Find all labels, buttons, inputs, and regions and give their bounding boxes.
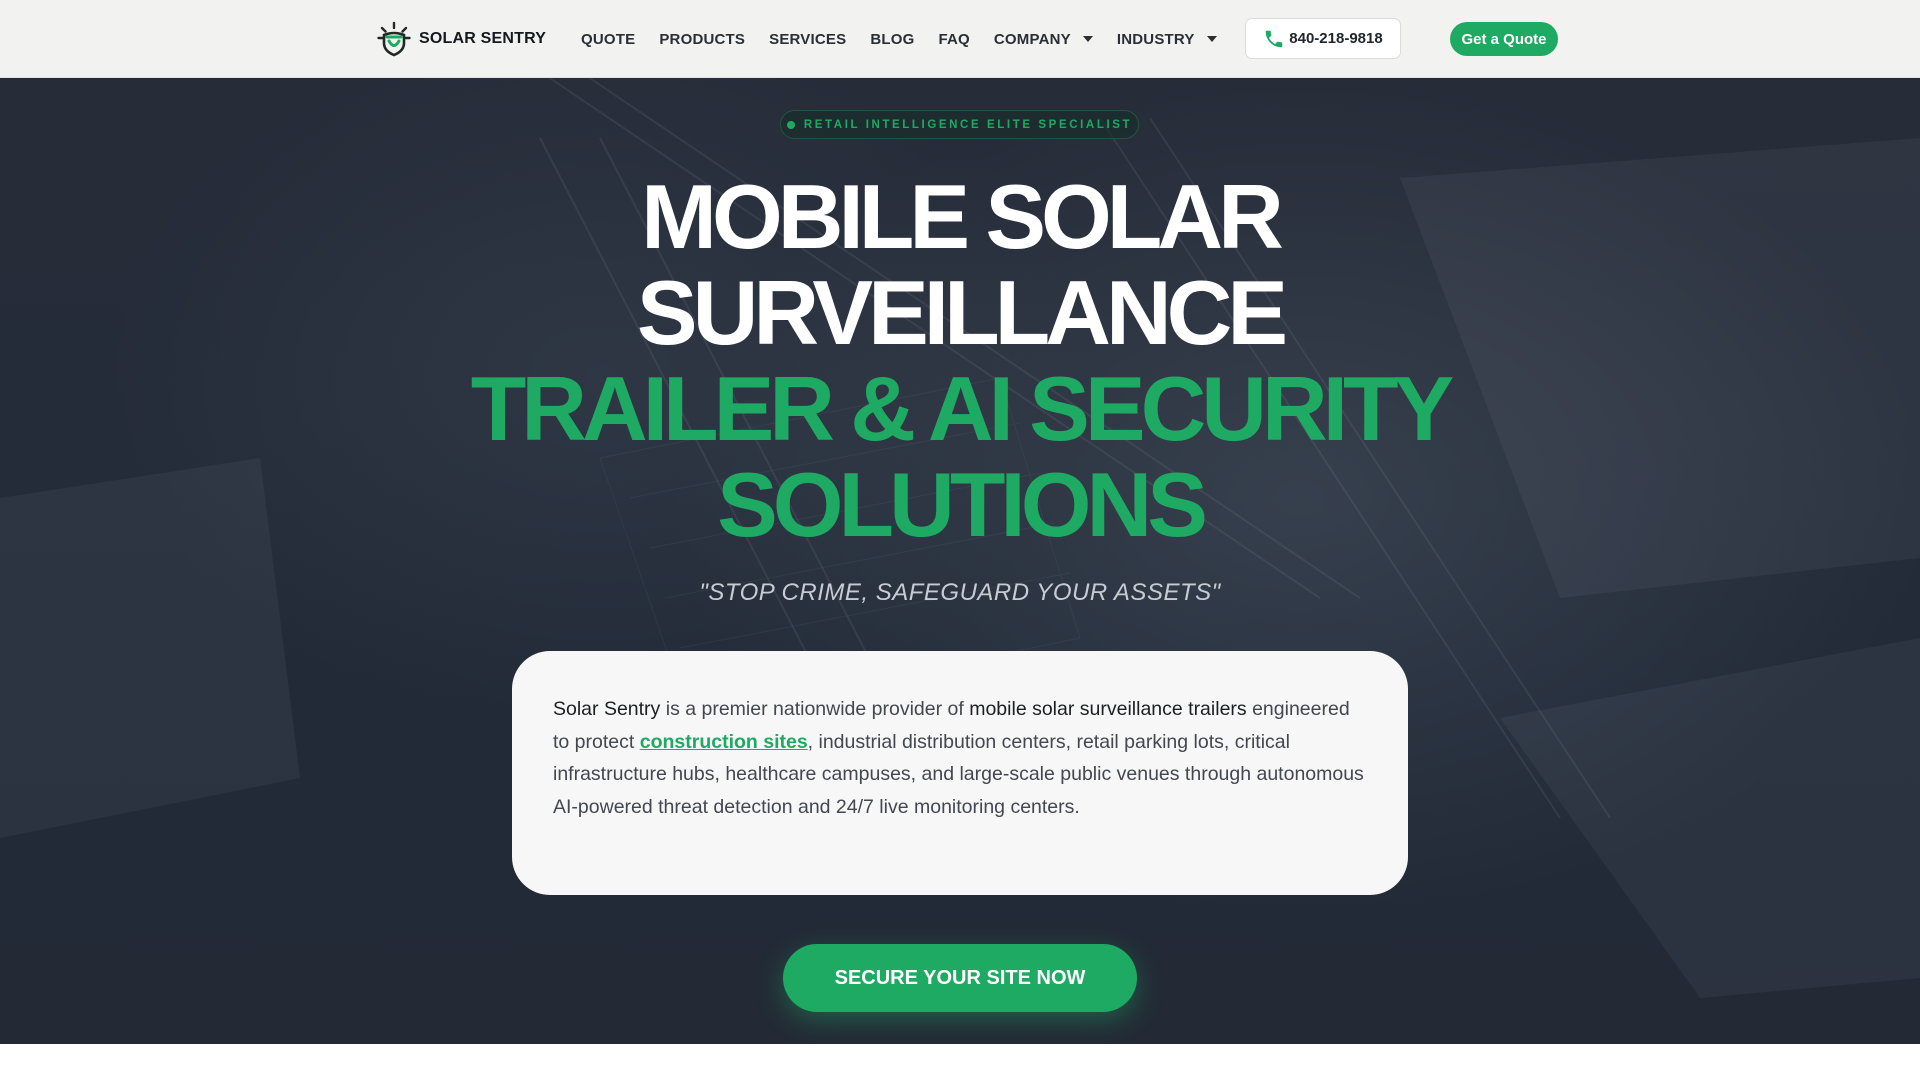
phone-number: 840-218-9818 bbox=[1289, 30, 1383, 47]
solar-shield-logo-icon bbox=[377, 21, 411, 57]
headline-line: SURVEILLANCE bbox=[636, 263, 1288, 364]
phone-call-link[interactable]: 840-218-9818 bbox=[1245, 18, 1401, 59]
headline-line-accent: SOLUTIONS bbox=[717, 455, 1208, 556]
intro-paragraph: Solar Sentry is a premier nationwide pro… bbox=[553, 693, 1367, 823]
nav-link-products[interactable]: PRODUCTS bbox=[659, 31, 745, 48]
phone-icon bbox=[1266, 30, 1283, 47]
top-navbar: SOLAR SENTRY QUOTE PRODUCTS SERVICES BLO… bbox=[0, 0, 1920, 78]
intro-card: Solar Sentry is a premier nationwide pro… bbox=[512, 651, 1408, 895]
nav-label: QUOTE bbox=[581, 30, 636, 48]
intro-highlight: mobile solar surveillance trailers bbox=[969, 698, 1247, 720]
headline-line: MOBILE SOLAR bbox=[641, 167, 1284, 268]
hero-section: RETAIL INTELLIGENCE ELITE SPECIALIST MOB… bbox=[0, 78, 1920, 1044]
hero-tagline: "STOP CRIME, SAFEGUARD YOUR ASSETS" bbox=[699, 579, 1221, 606]
brand-name: SOLAR SENTRY bbox=[419, 30, 547, 47]
nav-link-quote[interactable]: QUOTE bbox=[581, 31, 635, 48]
brand-home-link[interactable]: SOLAR SENTRY bbox=[377, 21, 546, 57]
nav-link-blog[interactable]: BLOG bbox=[870, 31, 914, 48]
nav-label: SERVICES bbox=[769, 30, 847, 48]
nav-dropdown-industry[interactable]: INDUSTRY bbox=[1117, 31, 1217, 48]
chevron-down-icon bbox=[1082, 36, 1093, 42]
headline-line-accent: TRAILER & AI SECURITY bbox=[470, 359, 1455, 460]
main-nav: QUOTE PRODUCTS SERVICES BLOG FAQ COMPANY… bbox=[581, 0, 1241, 78]
nav-dropdown-company[interactable]: COMPANY bbox=[994, 31, 1093, 48]
construction-sites-link[interactable]: construction sites bbox=[640, 731, 808, 753]
badge-label: RETAIL INTELLIGENCE ELITE SPECIALIST bbox=[803, 118, 1133, 131]
get-a-quote-button[interactable]: Get a Quote bbox=[1450, 22, 1558, 56]
status-dot-icon bbox=[786, 120, 795, 129]
nav-label: FAQ bbox=[938, 30, 970, 48]
nav-label: PRODUCTS bbox=[659, 30, 746, 48]
nav-link-faq[interactable]: FAQ bbox=[938, 31, 969, 48]
chevron-down-icon bbox=[1206, 36, 1217, 42]
nav-label: COMPANY bbox=[993, 30, 1071, 48]
nav-link-services[interactable]: SERVICES bbox=[769, 31, 846, 48]
hero-headline: MOBILE SOLAR SURVEILLANCE TRAILER & AI S… bbox=[0, 170, 1920, 554]
secure-site-cta-button[interactable]: SECURE YOUR SITE NOW bbox=[783, 944, 1137, 1012]
specialist-badge: RETAIL INTELLIGENCE ELITE SPECIALIST bbox=[780, 110, 1139, 139]
intro-brand: Solar Sentry bbox=[553, 698, 661, 720]
nav-label: INDUSTRY bbox=[1116, 30, 1195, 48]
nav-label: BLOG bbox=[870, 30, 915, 48]
intro-text: is a premier nationwide provider of bbox=[660, 698, 970, 720]
